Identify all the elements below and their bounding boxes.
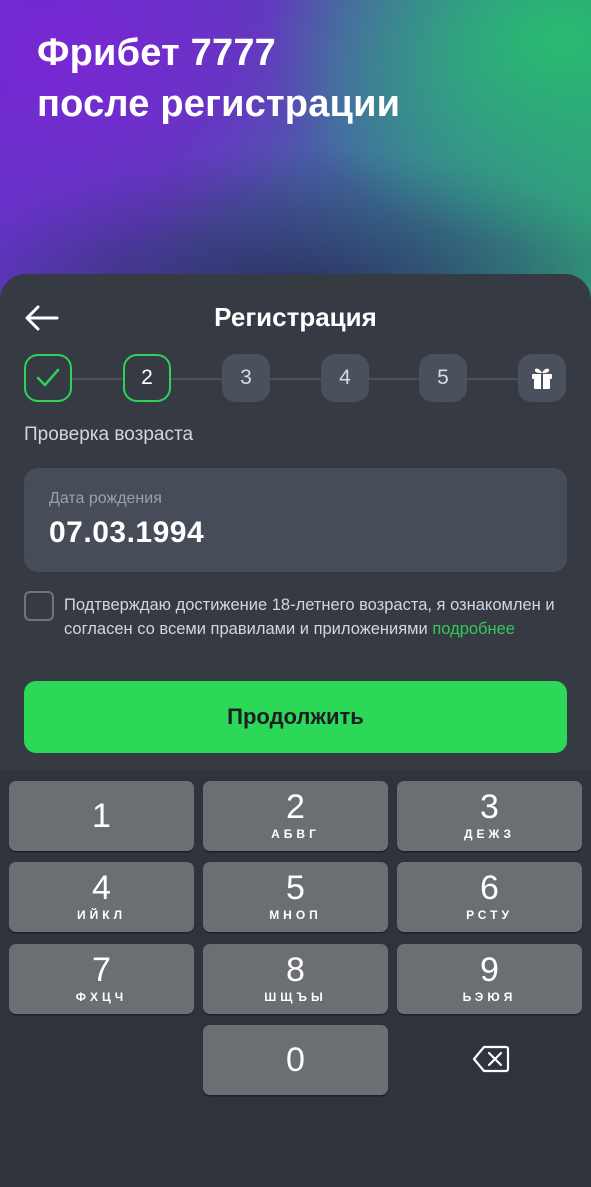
step-3: 3 [222, 354, 270, 402]
key-digit: 0 [286, 1041, 305, 1079]
key-9[interactable]: 9 ЬЭЮЯ [397, 944, 582, 1014]
promo-title-line-1: Фрибет 7777 [37, 32, 277, 74]
key-8[interactable]: 8 ШЩЪЫ [203, 944, 388, 1014]
key-3[interactable]: 3 ДЕЖЗ [397, 781, 582, 851]
step-connector [467, 378, 518, 380]
step-4: 4 [321, 354, 369, 402]
promo-title: Фрибет 7777 после регистрации [37, 28, 400, 130]
key-letters: МНОП [269, 908, 322, 922]
key-letters: ШЩЪЫ [264, 990, 327, 1004]
step-1-done [24, 354, 72, 402]
numeric-keyboard: 1 2 АБВГ 3 ДЕЖЗ 4 ИЙКЛ 5 МНОП 6 РСТУ 7 Ф… [0, 770, 591, 1187]
key-7[interactable]: 7 ФХЦЧ [9, 944, 194, 1014]
check-icon [36, 368, 60, 387]
section-title: Проверка возраста [24, 424, 194, 445]
key-5[interactable]: 5 МНОП [203, 862, 388, 932]
step-2-active: 2 [123, 354, 171, 402]
key-letters: РСТУ [466, 908, 513, 922]
key-4[interactable]: 4 ИЙКЛ [9, 862, 194, 932]
page-title: Регистрация [214, 302, 377, 332]
key-digit: 2 [286, 788, 305, 826]
gift-icon [532, 368, 552, 389]
key-0[interactable]: 0 [203, 1025, 388, 1095]
key-letters: ФХЦЧ [75, 990, 128, 1004]
key-digit: 4 [92, 869, 111, 907]
step-bonus [518, 354, 566, 402]
step-5: 5 [419, 354, 467, 402]
step-connector [369, 378, 419, 380]
consent-text: Подтверждаю достижение 18-летнего возрас… [64, 593, 564, 641]
key-letters: ДЕЖЗ [463, 827, 516, 841]
key-1[interactable]: 1 [9, 781, 194, 851]
sheet-header: Регистрация [0, 274, 591, 360]
backspace-key[interactable] [452, 1031, 530, 1087]
key-digit: 8 [286, 951, 305, 989]
birthdate-field[interactable]: Дата рождения 07.03.1994 [24, 468, 567, 572]
step-connector [270, 378, 321, 380]
key-digit: 9 [480, 951, 499, 989]
key-letters: ИЙКЛ [77, 908, 126, 922]
promo-title-line-2: после регистрации [37, 83, 401, 125]
continue-button[interactable]: Продолжить [24, 681, 567, 753]
key-2[interactable]: 2 АБВГ [203, 781, 388, 851]
key-digit: 7 [92, 951, 111, 989]
key-digit: 5 [286, 869, 305, 907]
key-6[interactable]: 6 РСТУ [397, 862, 582, 932]
consent-checkbox[interactable] [24, 591, 54, 621]
backspace-icon [472, 1045, 510, 1073]
key-letters: АБВГ [271, 827, 320, 841]
step-connector [72, 378, 123, 380]
key-letters: ЬЭЮЯ [462, 990, 517, 1004]
key-digit: 6 [480, 869, 499, 907]
birthdate-label: Дата рождения [49, 490, 162, 507]
step-connector [171, 378, 222, 380]
key-digit: 3 [480, 788, 499, 826]
consent-details-link[interactable]: подробнее [432, 620, 515, 638]
step-indicator: 2 3 4 5 [24, 354, 568, 404]
birthdate-value[interactable]: 07.03.1994 [49, 516, 204, 550]
key-digit: 1 [92, 797, 111, 835]
age-consent: Подтверждаю достижение 18-летнего возрас… [24, 590, 567, 670]
